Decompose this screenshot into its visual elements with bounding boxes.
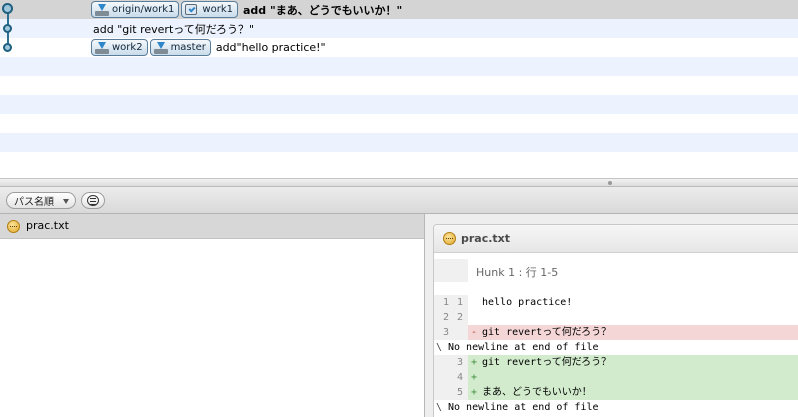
- diff-line-text: まあ、どうでもいいか！: [482, 387, 592, 398]
- commit-log: origin/work1 work1 add "まあ、どうでもいいか！" add…: [0, 0, 798, 178]
- local-branch-icon: [94, 41, 110, 54]
- graph-node: [3, 24, 12, 33]
- commit-row[interactable]: work2 master add"hello practice!": [0, 38, 798, 57]
- old-line-number: 2: [442, 312, 449, 323]
- branch-badge[interactable]: work1: [181, 1, 238, 18]
- diff-line: 1 1 hello practice!: [434, 295, 798, 310]
- pane-splitter[interactable]: [0, 178, 798, 187]
- sort-order-select[interactable]: パス名順: [6, 192, 76, 209]
- empty-row: [0, 95, 798, 114]
- empty-row: [0, 152, 798, 171]
- chevron-down-icon: [63, 199, 69, 204]
- commit-row[interactable]: origin/work1 work1 add "まあ、どうでもいいか！": [0, 0, 798, 19]
- sourcetree-window: origin/work1 work1 add "まあ、どうでもいいか！" add…: [0, 0, 798, 417]
- diff-line: \ No newline at end of file: [434, 400, 798, 415]
- empty-row: [0, 57, 798, 76]
- diff-line-text: git revertって何だろう？: [482, 327, 612, 338]
- diff-line-text: No newline at end of file: [448, 342, 599, 353]
- diff-line-text: hello practice!: [482, 297, 573, 308]
- current-branch-icon: [184, 3, 200, 16]
- hunk-header: Hunk 1 : 行 1-5: [434, 259, 798, 282]
- new-line-number: 3: [456, 357, 463, 368]
- splitter-grip[interactable]: [608, 181, 612, 185]
- hunk-title: Hunk 1 : 行 1-5: [476, 266, 559, 279]
- diff-marker: -: [471, 327, 478, 338]
- diff-marker: +: [471, 387, 478, 398]
- diff-line: 5 + まあ、どうでもいいか！: [434, 385, 798, 400]
- file-list-item[interactable]: prac.txt: [0, 214, 424, 239]
- diff-line: \ No newline at end of file: [434, 340, 798, 355]
- diff-line: 3 - git revertって何だろう？: [434, 325, 798, 340]
- modified-status-icon: [443, 232, 456, 245]
- graph-node: [2, 3, 13, 14]
- diff-marker: +: [471, 357, 478, 368]
- diff-marker: \: [436, 402, 443, 413]
- file-name: prac.txt: [26, 219, 69, 232]
- commit-row[interactable]: add "git revertって何だろう？": [0, 19, 798, 38]
- empty-row: [0, 76, 798, 95]
- diff-line: 22: [434, 310, 798, 325]
- branch-label: work2: [112, 42, 143, 53]
- list-view-button[interactable]: [81, 192, 105, 209]
- diff-line-text: No newline at end of file: [448, 402, 599, 413]
- commit-message: add"hello practice!": [215, 41, 326, 54]
- diff-card: prac.txt Hunk 1 : 行 1-5 1 1 hello practice…: [433, 224, 798, 417]
- diff-line: 4 +: [434, 370, 798, 385]
- diff-line-text: git revertって何だろう？: [482, 357, 612, 368]
- new-line-number: 1: [456, 297, 463, 308]
- empty-row: [0, 114, 798, 133]
- empty-row: [0, 133, 798, 152]
- new-line-number: 5: [456, 387, 463, 398]
- old-line-number: 3: [442, 327, 449, 338]
- modified-status-icon: [7, 220, 20, 233]
- diff-line: 3 + git revertって何だろう？: [434, 355, 798, 370]
- commit-message: add "git revertって何だろう？": [93, 22, 255, 36]
- graph-node: [3, 43, 12, 52]
- file-list: prac.txt: [0, 214, 424, 417]
- branch-badge[interactable]: master: [149, 39, 211, 56]
- old-line-number: 1: [442, 297, 449, 308]
- diff-file-header: prac.txt: [434, 225, 798, 253]
- local-branch-icon: [153, 41, 169, 54]
- commit-message: add "まあ、どうでもいいか！": [242, 3, 403, 17]
- branch-label: master: [170, 42, 206, 53]
- remote-branch-icon: [94, 3, 110, 16]
- diff-file-name: prac.txt: [461, 232, 511, 245]
- diff-marker: +: [471, 372, 478, 383]
- branch-label: work1: [202, 4, 233, 15]
- diff-marker: \: [436, 342, 443, 353]
- branch-badge[interactable]: origin/work1: [91, 1, 180, 18]
- new-line-number: 2: [456, 312, 463, 323]
- branch-label: origin/work1: [112, 4, 175, 15]
- new-line-number: 4: [456, 372, 463, 383]
- sort-order-label: パス名順: [14, 197, 54, 208]
- branch-badge[interactable]: work2: [91, 39, 148, 56]
- file-toolbar: パス名順: [0, 187, 798, 214]
- diff-pane: prac.txt Hunk 1 : 行 1-5 1 1 hello practice…: [425, 214, 798, 417]
